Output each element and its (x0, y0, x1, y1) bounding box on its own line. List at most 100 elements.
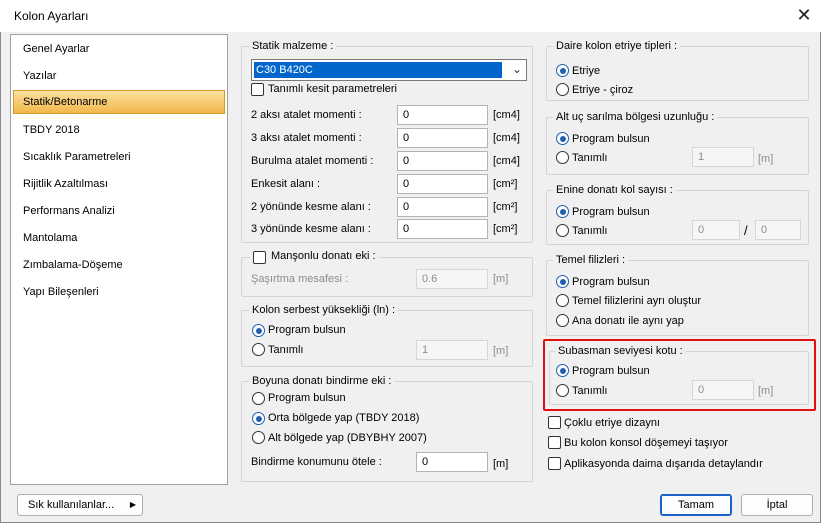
shear-3-input[interactable]: 0 (397, 219, 488, 239)
lap-bottom-radio[interactable] (252, 431, 265, 444)
nav-item-sicaklik[interactable]: Sıcaklık Parametreleri (13, 145, 225, 169)
free-height-title: Kolon serbest yüksekliği (ln) : (249, 304, 399, 316)
free-height-input[interactable]: 1 (416, 340, 488, 360)
tie-radio[interactable] (556, 64, 569, 77)
moment-3-label: 3 aksı atalet momenti : (251, 132, 362, 144)
shear-3-label: 3 yönünde kesme alanı : (251, 223, 371, 235)
free-height-program-radio[interactable] (252, 324, 265, 337)
moment-3-input[interactable]: 0 (397, 128, 488, 148)
material-combo-value: C30 B420C (254, 62, 502, 78)
lap-middle-label: Orta bölgede yap (TBDY 2018) (268, 412, 420, 424)
chevron-down-icon[interactable]: ⌄ (512, 62, 522, 76)
transverse-defined-label: Tanımlı (572, 225, 608, 237)
close-icon[interactable]: ✕ (790, 3, 818, 27)
area-label: Enkesit alanı : (251, 178, 321, 190)
offset-unit: [m] (493, 273, 509, 285)
moment-2-label: 2 aksı atalet momenti : (251, 109, 362, 121)
free-height-defined-label: Tanımlı (268, 344, 304, 356)
transverse-program-radio[interactable] (556, 205, 569, 218)
sleeve-checkbox[interactable] (253, 251, 266, 264)
transverse-slash: / (744, 223, 748, 238)
torsion-unit: [cm4] (493, 155, 520, 167)
window-title: Kolon Ayarları (14, 9, 89, 23)
transverse-defined-radio[interactable] (556, 224, 569, 237)
settings-nav: Genel Ayarlar Yazılar Statik/Betonarme T… (10, 34, 228, 485)
foundation-same-label: Ana donatı ile aynı yap (572, 315, 684, 327)
nav-item-statik-betonarme[interactable]: Statik/Betonarme (13, 90, 225, 114)
offset-input[interactable]: 0.6 (416, 269, 488, 289)
foundation-separate-radio[interactable] (556, 294, 569, 307)
transverse-legs-title: Enine donatı kol sayısı : (553, 184, 676, 196)
transverse-input-1[interactable]: 0 (692, 220, 740, 240)
bottom-zone-unit: [m] (758, 153, 774, 165)
bottom-zone-group (546, 117, 809, 175)
torsion-input[interactable]: 0 (397, 151, 488, 171)
tie-crosstie-label: Etriye - çiroz (572, 84, 634, 96)
tie-crosstie-radio[interactable] (556, 83, 569, 96)
lap-bottom-label: Alt bölgede yap (DBYBHY 2007) (268, 432, 427, 444)
foundation-separate-label: Temel filizlerini ayrı oluştur (572, 295, 701, 307)
lap-shift-unit: [m] (493, 458, 509, 470)
lap-shift-input[interactable]: 0 (416, 452, 488, 472)
console-label: Bu kolon konsol döşemeyi taşıyor (564, 437, 728, 449)
free-height-unit: [m] (493, 345, 509, 357)
tie-label: Etriye (572, 65, 601, 77)
area-unit: [cm²] (493, 178, 518, 190)
frequent-label: Sık kullanılanlar... (28, 499, 115, 511)
bottom-zone-defined-label: Tanımlı (572, 152, 608, 164)
nav-item-performans[interactable]: Performans Analizi (13, 199, 225, 223)
multi-tie-label: Çoklu etriye dizaynı (564, 417, 660, 429)
lap-middle-radio[interactable] (252, 412, 265, 425)
bottom-zone-defined-radio[interactable] (556, 151, 569, 164)
sleeve-title: Manşonlu donatı eki : (250, 250, 379, 262)
nav-item-tbdy-2018[interactable]: TBDY 2018 (13, 118, 225, 142)
highlight-box (543, 339, 816, 411)
cancel-button[interactable]: İptal (741, 494, 813, 516)
shear-3-unit: [cm²] (493, 223, 518, 235)
moment-2-unit: [cm4] (493, 109, 520, 121)
transverse-program-label: Program bulsun (572, 206, 650, 218)
defined-section-checkbox[interactable] (251, 83, 264, 96)
shear-2-input[interactable]: 0 (397, 197, 488, 217)
nav-item-yapi-bilesenleri[interactable]: Yapı Bileşenleri (13, 280, 225, 304)
chevron-right-icon: ▶ (129, 500, 136, 509)
offset-label: Şaşırtma mesafesi : (251, 273, 349, 285)
lap-program-radio[interactable] (252, 392, 265, 405)
lap-splice-title: Boyuna donatı bindirme eki : (249, 375, 395, 387)
foundation-program-label: Program bulsun (572, 276, 650, 288)
foundation-same-radio[interactable] (556, 314, 569, 327)
bottom-zone-program-label: Program bulsun (572, 133, 650, 145)
foundation-program-radio[interactable] (556, 275, 569, 288)
moment-2-input[interactable]: 0 (397, 105, 488, 125)
free-height-program-label: Program bulsun (268, 324, 346, 336)
title-bar (0, 0, 821, 32)
frequent-button[interactable]: Sık kullanılanlar... ▶ (17, 494, 143, 516)
circular-tie-title: Daire kolon etriye tipleri : (553, 40, 681, 52)
free-height-group (241, 310, 533, 367)
defined-section-label: Tanımlı kesit parametreleri (268, 83, 397, 95)
area-input[interactable]: 0 (397, 174, 488, 194)
nav-item-yazilar[interactable]: Yazılar (13, 64, 225, 88)
nav-item-mantolama[interactable]: Mantolama (13, 226, 225, 250)
material-combo[interactable]: C30 B420C ⌄ (251, 59, 527, 81)
nav-item-rijitlik[interactable]: Rijitlik Azaltılması (13, 172, 225, 196)
lap-shift-label: Bindirme konumunu ötele : (251, 456, 382, 468)
moment-3-unit: [cm4] (493, 132, 520, 144)
shear-2-unit: [cm²] (493, 201, 518, 213)
outside-detail-label: Aplikasyonda daima dışarıda detaylandır (564, 458, 763, 470)
bottom-zone-program-radio[interactable] (556, 132, 569, 145)
bottom-zone-title: Alt uç sarılma bölgesi uzunluğu : (553, 111, 718, 123)
transverse-input-2[interactable]: 0 (755, 220, 801, 240)
free-height-defined-radio[interactable] (252, 343, 265, 356)
bottom-zone-input[interactable]: 1 (692, 147, 754, 167)
lap-program-label: Program bulsun (268, 392, 346, 404)
ok-button[interactable]: Tamam (660, 494, 732, 516)
static-material-title: Statik malzeme : (249, 40, 337, 52)
console-checkbox[interactable] (548, 436, 561, 449)
torsion-label: Burulma atalet momenti : (251, 155, 374, 167)
foundation-dowels-title: Temel filizleri : (553, 254, 629, 266)
nav-item-genel-ayarlar[interactable]: Genel Ayarlar (13, 37, 225, 61)
outside-detail-checkbox[interactable] (548, 457, 561, 470)
nav-item-zimbalama[interactable]: Zımbalama-Döşeme (13, 253, 225, 277)
multi-tie-checkbox[interactable] (548, 416, 561, 429)
